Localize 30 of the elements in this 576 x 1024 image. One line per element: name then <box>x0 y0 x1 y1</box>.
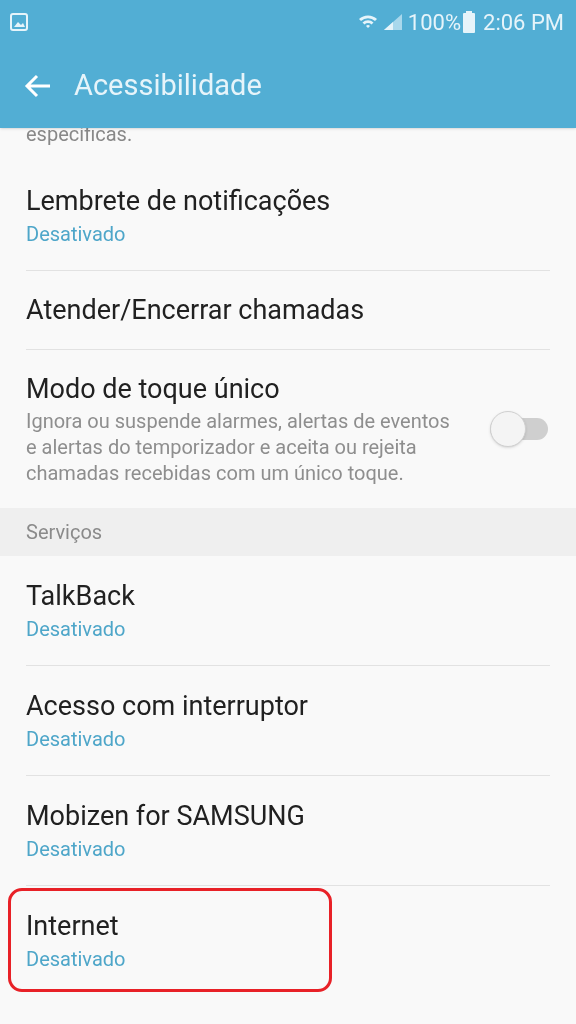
battery-icon <box>463 11 476 33</box>
item-title: TalkBack <box>26 578 136 613</box>
list-item[interactable]: Mobizen for SAMSUNG Desativado <box>0 776 576 885</box>
list-item[interactable]: TalkBack Desativado <box>0 556 576 665</box>
item-description: Ignora ou suspende alarmes, alertas de eventos e alertas do temporizador e aceita ou rejeita chamadas recebidas com um único toque. <box>26 408 451 486</box>
item-title: Lembrete de notificações <box>26 183 332 218</box>
clock-time: 2:06 PM <box>483 8 564 37</box>
item-status: Desativado <box>26 725 127 753</box>
picture-icon <box>9 12 29 32</box>
item-title: Acesso com interruptor <box>26 688 310 723</box>
list-item[interactable]: Atender/Encerrar chamadas <box>0 271 576 349</box>
back-arrow-icon <box>24 74 52 98</box>
wifi-icon <box>357 13 378 31</box>
item-title: Mobizen for SAMSUNG <box>26 798 306 833</box>
item-title: Atender/Encerrar chamadas <box>26 293 366 327</box>
item-title: Modo de toque único <box>26 372 281 406</box>
list-item[interactable]: Acesso com interruptor Desativado <box>0 666 576 775</box>
item-status: Desativado <box>26 945 127 973</box>
section-header: Serviços <box>0 508 576 556</box>
list-item[interactable]: Modo de toque único Ignora ou suspende alarmes, alertas de eventos e alertas do temporizador e aceita ou rejeita chamadas recebidas com um único toque. <box>0 350 576 508</box>
toggle-switch[interactable] <box>490 411 550 447</box>
list-item[interactable]: Internet Desativado <box>0 886 576 995</box>
description-text: específicas. <box>26 121 133 147</box>
item-status: Desativado <box>26 615 127 643</box>
battery-percentage: 100% <box>407 8 462 37</box>
item-status: Desativado <box>26 835 127 863</box>
item-status: Desativado <box>26 220 127 248</box>
list-item[interactable]: Lembrete de notificações Desativado <box>0 161 576 270</box>
item-title: Internet <box>26 908 120 943</box>
screen-title: Acessibilidade <box>74 67 262 105</box>
